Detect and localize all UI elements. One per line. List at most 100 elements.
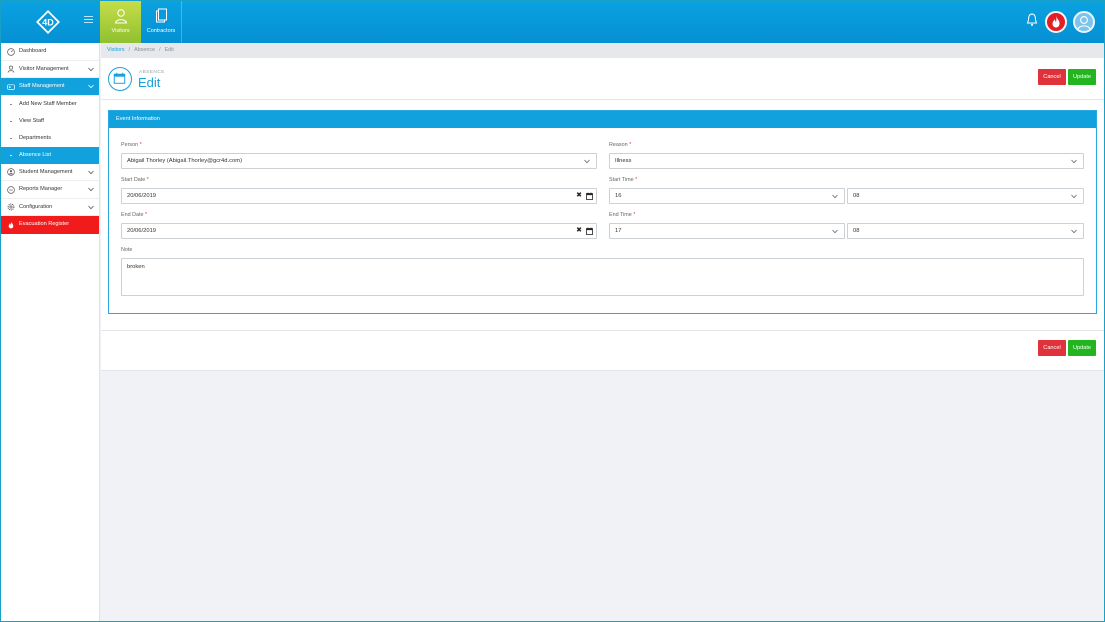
clipboard-icon xyxy=(156,8,167,23)
start-hour-value: 16 xyxy=(615,193,622,199)
sidebar-subitem-label: Absence List xyxy=(19,151,52,158)
end-minute-select[interactable]: 08 xyxy=(847,223,1084,239)
user-avatar-button[interactable] xyxy=(1073,11,1095,33)
sidebar-item-label: Student Management xyxy=(19,168,73,175)
sidebar-subitem-absence-list[interactable]: Absence List xyxy=(1,146,99,164)
bell-icon[interactable] xyxy=(1025,11,1039,29)
card-title: Event Information xyxy=(109,111,1096,128)
sidebar-item-evacuation-register[interactable]: Evacuation Register xyxy=(1,216,99,234)
sidebar-subitem-label: Add New Staff Member xyxy=(19,100,77,107)
id-card-icon xyxy=(7,83,15,90)
evacuation-button[interactable] xyxy=(1045,11,1067,33)
start-date-label: Start Date * xyxy=(121,177,149,183)
update-button-top[interactable]: Update xyxy=(1068,69,1096,85)
sidebar-item-label: Dashboard xyxy=(19,48,47,54)
end-minute-value: 08 xyxy=(853,228,860,234)
fire-icon xyxy=(1052,16,1060,28)
sidebar-item-staff-management[interactable]: Staff Management xyxy=(1,78,99,96)
tab-visitors-label: Visitors xyxy=(111,28,130,34)
sidebar-item-student-management[interactable]: Student Management xyxy=(1,164,99,181)
breadcrumb-edit: Edit xyxy=(164,47,174,53)
update-button-bottom[interactable]: Update xyxy=(1068,340,1096,356)
bullet-icon xyxy=(10,154,12,156)
gauge-icon xyxy=(7,47,15,56)
calendar-icon[interactable] xyxy=(586,227,593,235)
app-window: 4D Visitors Contractors Dashboard Visito… xyxy=(0,0,1105,622)
chevron-down-icon xyxy=(88,187,94,192)
bullet-icon xyxy=(10,120,12,122)
logo-4d[interactable]: 4D xyxy=(35,9,61,35)
chevron-down-icon xyxy=(832,229,838,234)
calendar-icon xyxy=(108,67,132,91)
sidebar-subitem-label: Departments xyxy=(19,134,52,141)
sidebar-item-label: Reports Manager xyxy=(19,186,63,192)
menu-toggle-icon[interactable] xyxy=(84,16,93,26)
chevron-down-icon xyxy=(88,205,94,209)
chevron-down-icon xyxy=(88,170,94,174)
person-label: Person * xyxy=(121,142,142,148)
start-date-input[interactable]: 20/06/2019 ✖ xyxy=(121,188,597,204)
person-icon xyxy=(7,65,15,73)
tab-contractors-label: Contractors xyxy=(146,28,176,34)
sidebar-item-label: Evacuation Register xyxy=(19,221,70,227)
bullet-icon xyxy=(10,103,12,105)
chevron-down-icon xyxy=(832,194,838,199)
breadcrumb: Visitors / Absence / Edit xyxy=(101,43,1104,58)
person-icon xyxy=(114,9,127,24)
page-header: ABSENCE Edit Cancel Update xyxy=(101,58,1104,100)
start-date-value: 20/06/2019 xyxy=(127,193,157,199)
user-icon xyxy=(1076,16,1092,31)
end-hour-select[interactable]: 17 xyxy=(609,223,845,239)
breadcrumb-visitors[interactable]: Visitors xyxy=(107,47,125,53)
tab-visitors[interactable]: Visitors xyxy=(100,1,141,43)
end-date-value: 20/06/2019 xyxy=(127,228,157,234)
gear-icon xyxy=(7,203,15,211)
reports-icon xyxy=(7,185,15,194)
sidebar-item-label: Staff Management xyxy=(19,83,65,89)
note-textarea[interactable]: broken xyxy=(121,258,1084,296)
page-title: Edit xyxy=(138,75,161,90)
sidebar-subitem-label: View Staff xyxy=(19,117,44,124)
fire-icon xyxy=(8,221,14,228)
cancel-button-bottom[interactable]: Cancel xyxy=(1038,340,1066,356)
calendar-icon[interactable] xyxy=(586,192,593,200)
student-icon xyxy=(7,168,15,176)
form-actions-bar: Cancel Update xyxy=(101,330,1104,371)
chevron-down-icon xyxy=(1071,194,1077,199)
clear-start-date-icon[interactable]: ✖ xyxy=(576,192,582,200)
start-hour-select[interactable]: 16 xyxy=(609,188,845,204)
sidebar-subitem-view-staff[interactable]: View Staff xyxy=(1,113,99,130)
sidebar-item-visitor-management[interactable]: Visitor Management xyxy=(1,61,99,78)
sidebar-item-label: Configuration xyxy=(19,203,53,210)
end-date-input[interactable]: 20/06/2019 ✖ xyxy=(121,223,597,239)
sidebar-item-configuration[interactable]: Configuration xyxy=(1,199,99,216)
chevron-down-icon xyxy=(584,159,590,164)
person-select[interactable]: Abigail Thorley (Abigail.Thorley@gcr4d.c… xyxy=(121,153,597,169)
sidebar-subitem-departments[interactable]: Departments xyxy=(1,130,99,147)
sidebar-subitem-add-new-staff-member[interactable]: Add New Staff Member xyxy=(1,96,99,113)
note-value: broken xyxy=(127,264,145,270)
sidebar-item-reports-manager[interactable]: Reports Manager xyxy=(1,181,99,199)
event-information-card: Event Information Person * Abigail Thorl… xyxy=(108,110,1097,314)
breadcrumb-absence[interactable]: Absence xyxy=(134,47,155,53)
end-time-label: End Time * xyxy=(609,212,636,218)
bullet-icon xyxy=(10,137,12,139)
clear-end-date-icon[interactable]: ✖ xyxy=(576,227,582,235)
chevron-down-icon xyxy=(1071,159,1077,164)
top-bar: 4D Visitors Contractors xyxy=(1,1,1104,43)
sidebar-item-dashboard[interactable]: Dashboard xyxy=(1,43,99,61)
start-time-label: Start Time * xyxy=(609,177,638,183)
person-value: Abigail Thorley (Abigail.Thorley@gcr4d.c… xyxy=(127,158,242,164)
chevron-down-icon xyxy=(88,67,94,71)
end-hour-value: 17 xyxy=(615,228,622,234)
tab-contractors[interactable]: Contractors xyxy=(141,1,182,43)
reason-select[interactable]: Illness xyxy=(609,153,1084,169)
start-minute-value: 08 xyxy=(853,193,860,199)
cancel-button-top[interactable]: Cancel xyxy=(1038,69,1066,85)
start-minute-select[interactable]: 08 xyxy=(847,188,1084,204)
sidebar: Dashboard Visitor Management Staff Manag… xyxy=(1,43,100,621)
note-label: Note xyxy=(121,247,133,253)
chevron-down-icon xyxy=(88,84,94,89)
chevron-down-icon xyxy=(1071,229,1077,234)
logo-text: 4D xyxy=(42,18,54,28)
